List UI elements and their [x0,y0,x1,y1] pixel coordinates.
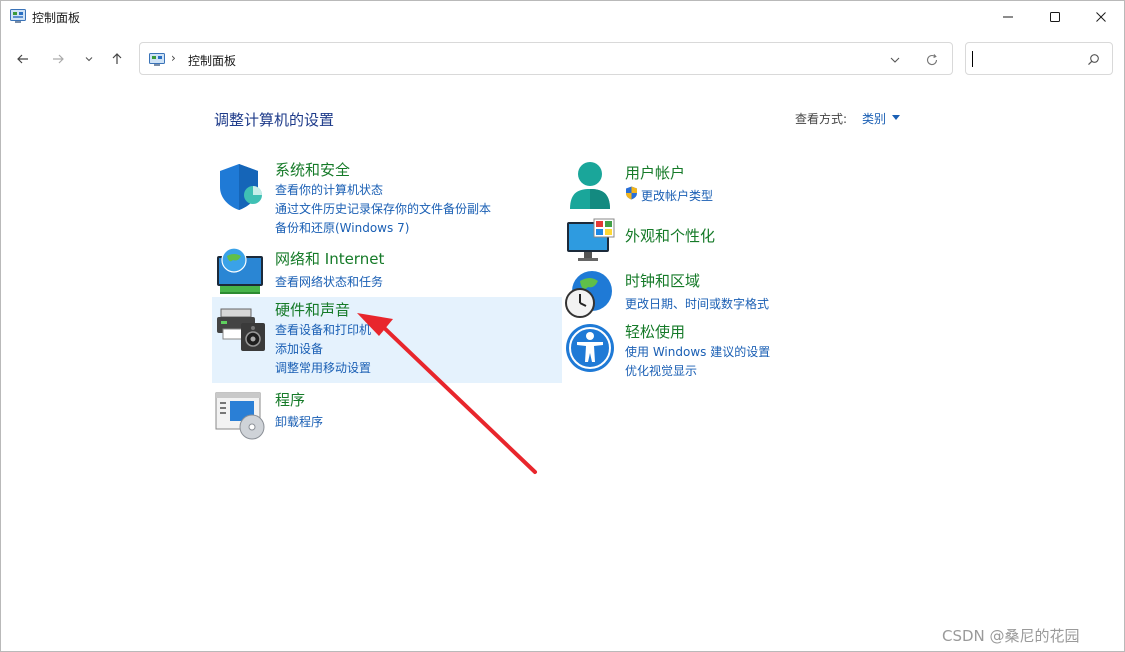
monitor-palette-icon[interactable] [564,214,616,266]
clock-globe-icon[interactable] [564,269,616,321]
up-button[interactable] [106,48,128,70]
text-caret [972,51,973,67]
uac-shield-icon [626,186,637,200]
network-internet-title[interactable]: 网络和 Internet [275,248,384,269]
control-panel-icon [10,9,26,23]
programs-disc-icon[interactable] [214,389,266,441]
system-security-title[interactable]: 系统和安全 [275,159,350,180]
address-bar[interactable]: › 控制面板 [139,42,953,75]
forward-button[interactable] [47,48,69,70]
caret-down-icon[interactable] [892,115,900,120]
network-link-1[interactable]: 查看网络状态和任务 [275,273,383,290]
user-accounts-title[interactable]: 用户帐户 [625,162,685,183]
ease-access-link-1[interactable]: 使用 Windows 建议的设置 [625,343,770,360]
window-title: 控制面板 [32,11,81,25]
printer-speaker-icon[interactable] [215,303,267,355]
maximize-button[interactable] [1032,1,1078,33]
annotation-arrow [357,313,537,474]
ease-access-link-2[interactable]: 优化视觉显示 [625,362,697,379]
programs-link-1[interactable]: 卸载程序 [275,413,323,430]
view-by-label: 查看方式: [795,112,848,126]
page-title: 调整计算机的设置 [214,111,335,129]
close-icon [1096,12,1106,22]
system-security-link-1[interactable]: 查看你的计算机状态 [275,181,383,198]
back-button[interactable] [12,48,34,70]
recent-locations-button[interactable] [78,48,100,70]
hardware-sound-link-2[interactable]: 添加设备 [275,340,323,357]
search-box[interactable] [965,42,1113,75]
breadcrumb-separator[interactable]: › [171,51,176,65]
shield-icon[interactable] [215,161,267,213]
network-globe-icon[interactable] [214,246,266,298]
programs-title[interactable]: 程序 [275,389,305,410]
accessibility-icon[interactable] [564,322,616,374]
appearance-title[interactable]: 外观和个性化 [625,225,715,246]
hardware-sound-link-3[interactable]: 调整常用移动设置 [275,359,371,376]
arrow-right-icon [53,54,64,64]
search-input[interactable] [976,49,1076,69]
hardware-sound-title[interactable]: 硬件和声音 [275,299,350,320]
refresh-icon[interactable] [925,53,939,67]
control-panel-window: 控制面板 › 控制面板 调整计算机的设置 查看方式: 类别 系统和安全 查看你的… [0,0,1125,652]
arrow-left-icon [17,54,28,64]
maximize-icon [1050,12,1060,22]
minimize-button[interactable] [985,1,1031,33]
watermark: CSDN @桑尼的花园 [942,627,1080,645]
ease-access-title[interactable]: 轻松使用 [625,321,685,342]
breadcrumb-control-panel[interactable]: 控制面板 [188,52,236,69]
minimize-icon [1003,16,1013,18]
title-bar[interactable]: 控制面板 [1,1,1124,33]
clock-region-link-1[interactable]: 更改日期、时间或数字格式 [625,295,769,312]
chevron-down-icon [85,57,93,62]
chevron-down-icon[interactable] [888,53,902,67]
search-icon[interactable] [1087,53,1100,66]
user-accounts-link-1[interactable]: 更改帐户类型 [641,187,713,204]
view-by-dropdown[interactable]: 类别 [862,110,886,127]
clock-region-title[interactable]: 时钟和区域 [625,270,700,291]
user-icon[interactable] [564,159,616,211]
arrow-up-icon [112,53,122,64]
close-button[interactable] [1078,1,1124,33]
control-panel-icon [149,53,165,66]
system-security-link-3[interactable]: 备份和还原(Windows 7) [275,219,409,236]
system-security-link-2[interactable]: 通过文件历史记录保存你的文件备份副本 [275,200,491,217]
hardware-sound-link-1[interactable]: 查看设备和打印机 [275,321,371,338]
